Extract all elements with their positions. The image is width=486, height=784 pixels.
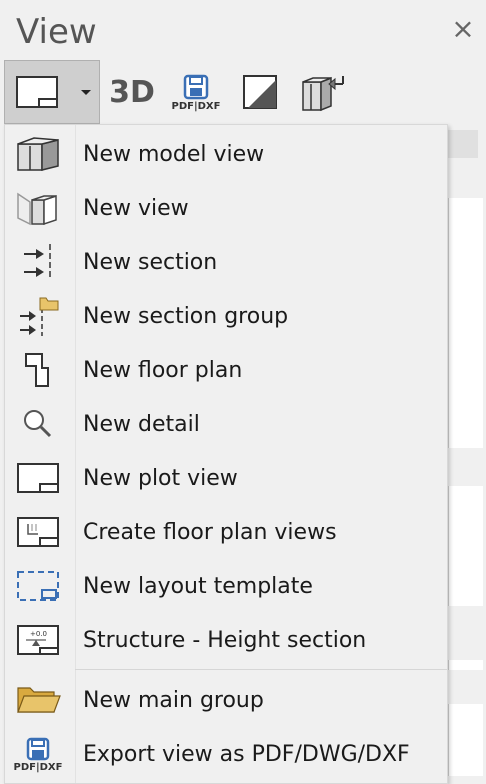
section-group-icon — [20, 297, 59, 336]
menu-item-label: Create floor plan views — [83, 519, 337, 545]
menu-item-export-view[interactable]: PDF|DXF Export view as PDF/DWG/DXF — [5, 727, 447, 781]
floor-plan-views-icon — [17, 517, 59, 547]
height-section-icon: +0.0 — [17, 625, 59, 655]
menu-item-new-model-view[interactable]: New model view — [5, 127, 447, 181]
background-header — [448, 130, 478, 158]
menu-item-label: New plot view — [83, 465, 238, 491]
export-icon-caption: PDF|DXF — [13, 761, 63, 773]
menu-item-new-view[interactable]: New view — [5, 181, 447, 235]
close-icon[interactable]: × — [450, 15, 476, 43]
model-view-icon — [17, 137, 59, 171]
menu-item-label: New view — [83, 195, 189, 221]
layout-template-icon — [17, 571, 59, 601]
section-arrows-icon — [24, 244, 51, 280]
new-view-icon — [17, 192, 57, 226]
3d-button[interactable]: 3D — [106, 68, 158, 116]
view-dropdown-menu: New model view New view New section New … — [4, 124, 448, 784]
menu-item-label: New floor plan — [83, 357, 243, 383]
menu-item-label: New model view — [83, 141, 265, 167]
half-filled-square-icon — [243, 75, 277, 109]
background-list — [448, 660, 483, 670]
magnifier-icon — [24, 410, 52, 438]
menu-item-label: Export view as PDF/DWG/DXF — [83, 741, 410, 767]
menu-item-new-plot-view[interactable]: New plot view — [5, 451, 447, 505]
background-list — [448, 704, 483, 776]
menu-item-label: New main group — [83, 687, 264, 713]
menu-item-label: New section — [83, 249, 218, 275]
menu-item-new-layout-template[interactable]: New layout template — [5, 559, 447, 613]
export-pdf-icon — [26, 737, 50, 760]
import-view-button[interactable] — [296, 68, 348, 116]
menu-item-label: New detail — [83, 411, 200, 437]
menu-item-structure-height-section[interactable]: +0.0 Structure - Height section — [5, 613, 447, 667]
background-list — [448, 486, 483, 606]
floor-plan-icon — [25, 353, 49, 387]
menu-item-new-floor-plan[interactable]: New floor plan — [5, 343, 447, 397]
menu-item-new-section-group[interactable]: New section group — [5, 289, 447, 343]
folder-icon — [17, 687, 61, 713]
svg-text:+0.0: +0.0 — [30, 630, 47, 638]
background-list — [448, 198, 483, 448]
menu-item-label: New section group — [83, 303, 289, 329]
menu-item-create-floor-plan-views[interactable]: Create floor plan views — [5, 505, 447, 559]
plot-view-icon — [17, 463, 59, 493]
panel-title: View — [16, 12, 97, 52]
view-type-dropdown[interactable] — [4, 60, 100, 124]
diagonal-view-button[interactable] — [238, 68, 282, 116]
3d-label: 3D — [109, 74, 155, 110]
export-pdf-button[interactable]: PDF|DXF — [168, 68, 224, 116]
menu-item-label: New layout template — [83, 573, 313, 599]
chevron-down-icon — [81, 90, 91, 95]
view-panel: View × 3D PDF|DXF New model view New vie… — [0, 0, 486, 784]
pdf-label: PDF|DXF — [171, 100, 221, 112]
menu-item-new-section[interactable]: New section — [5, 235, 447, 289]
menu-item-new-detail[interactable]: New detail — [5, 397, 447, 451]
model-import-icon — [302, 76, 344, 112]
plot-view-icon — [16, 76, 91, 108]
menu-item-new-main-group[interactable]: New main group — [5, 673, 447, 727]
menu-separator — [75, 669, 447, 670]
menu-item-label: Structure - Height section — [83, 627, 367, 653]
save-disk-icon — [183, 74, 209, 99]
